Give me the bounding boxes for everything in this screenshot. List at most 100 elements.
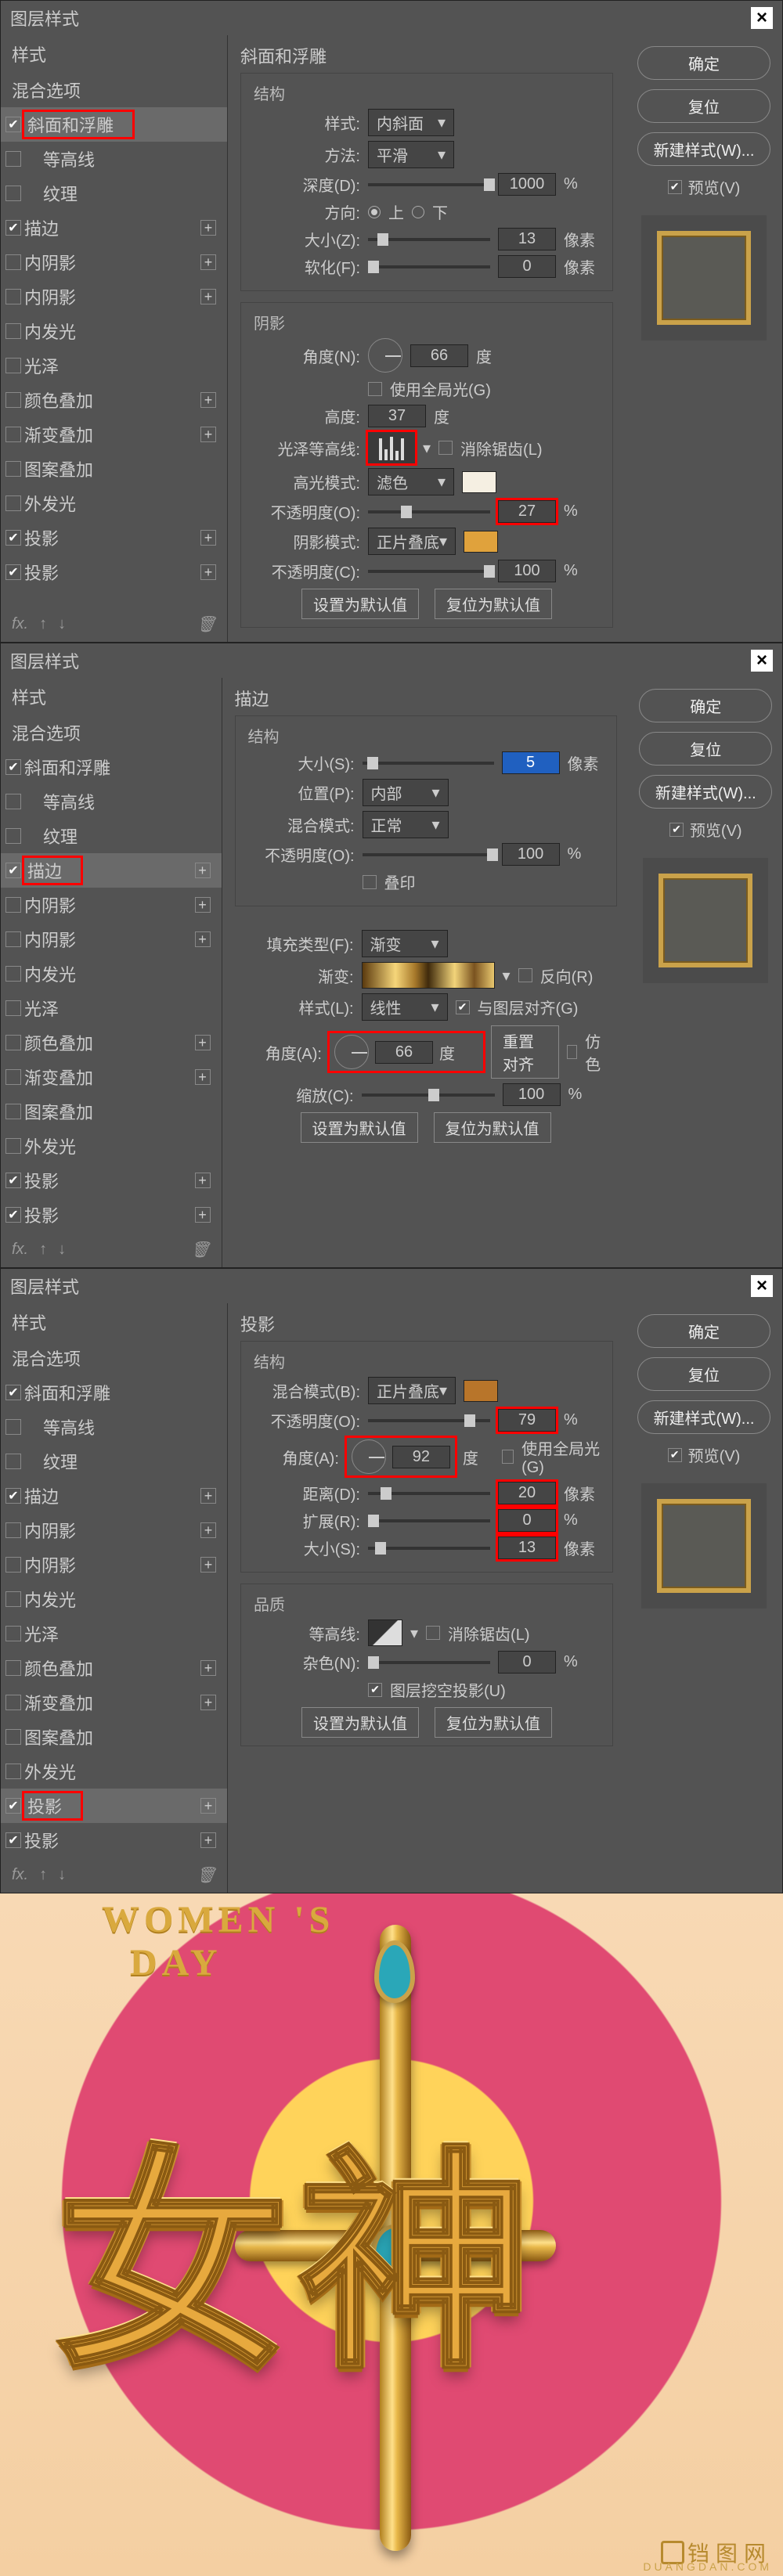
arrow-up-icon[interactable]: ↑ (39, 615, 47, 633)
make-default-button[interactable]: 设置为默认值 (301, 1112, 418, 1143)
scale-input[interactable]: 100 (503, 1083, 561, 1106)
distance-slider[interactable] (368, 1492, 490, 1495)
style-checkbox[interactable] (5, 358, 21, 373)
style-item-10[interactable]: 图案叠加 (1, 1720, 227, 1754)
angle-input[interactable]: 92 (392, 1446, 450, 1468)
gloss-contour[interactable] (368, 432, 415, 463)
stroke-size-input[interactable]: 5 (502, 751, 560, 774)
style-item-6[interactable]: 内发光 (1, 314, 227, 348)
style-item-3[interactable]: 描边+ (1, 1479, 227, 1513)
cancel-button[interactable]: 复位 (637, 89, 770, 123)
add-effect-icon[interactable]: + (200, 1522, 216, 1538)
style-item-2[interactable]: 纹理 (1, 819, 222, 853)
opacity-input[interactable]: 79 (498, 1409, 556, 1432)
size-input[interactable]: 13 (498, 228, 556, 250)
direction-down-radio[interactable] (412, 206, 424, 218)
angle-input[interactable]: 66 (375, 1041, 433, 1064)
highlight-opacity-slider[interactable] (368, 510, 490, 513)
angle-dial[interactable] (352, 1439, 386, 1474)
style-item-6[interactable]: 内发光 (1, 1582, 227, 1616)
angle-dial[interactable] (334, 1035, 369, 1069)
arrow-up-icon[interactable]: ↑ (39, 1241, 47, 1259)
style-item-7[interactable]: 光泽 (1, 348, 227, 383)
style-item-4[interactable]: 内阴影+ (1, 245, 227, 279)
style-item-5[interactable]: 内阴影+ (1, 922, 222, 957)
add-effect-icon[interactable]: + (200, 289, 216, 304)
style-item-4[interactable]: 内阴影+ (1, 888, 222, 922)
scale-slider[interactable] (362, 1093, 495, 1097)
style-item-8[interactable]: 颜色叠加+ (1, 1025, 222, 1060)
arrow-down-icon[interactable]: ↓ (58, 1866, 66, 1884)
style-checkbox[interactable] (5, 461, 21, 477)
style-item-0[interactable]: 斜面和浮雕 (1, 750, 222, 784)
highlight-opacity-input[interactable]: 27 (498, 500, 556, 523)
style-item-0[interactable]: 斜面和浮雕 (1, 107, 227, 142)
close-icon[interactable]: × (751, 7, 773, 29)
antialias-checkbox[interactable] (426, 1626, 440, 1640)
size-slider[interactable] (368, 238, 490, 241)
ok-button[interactable]: 确定 (637, 46, 770, 80)
shadow-opacity-input[interactable]: 100 (498, 560, 556, 582)
angle-dial[interactable] (368, 338, 402, 373)
style-checkbox[interactable] (5, 1138, 21, 1154)
blend-mode-select[interactable]: 正片叠底 (368, 1377, 456, 1404)
add-effect-icon[interactable]: + (200, 254, 216, 270)
style-item-13[interactable]: 投影+ (1, 1823, 227, 1857)
size-input[interactable]: 13 (498, 1537, 556, 1559)
style-checkbox[interactable] (5, 289, 21, 304)
angle-input[interactable]: 66 (410, 344, 468, 367)
style-checkbox[interactable] (5, 1522, 21, 1538)
position-select[interactable]: 内部 (363, 779, 449, 806)
depth-input[interactable]: 1000 (498, 173, 556, 196)
style-checkbox[interactable] (5, 828, 21, 844)
style-checkbox[interactable] (5, 1695, 21, 1710)
add-effect-icon[interactable]: + (195, 1069, 211, 1085)
style-item-3[interactable]: 描边+ (1, 211, 227, 245)
add-effect-icon[interactable]: + (195, 897, 211, 913)
make-default-button[interactable]: 设置为默认值 (301, 589, 419, 619)
contour-picker[interactable] (368, 1619, 402, 1646)
reset-default-button[interactable]: 复位为默认值 (435, 589, 552, 619)
style-checkbox[interactable] (5, 151, 21, 167)
style-item-5[interactable]: 内阴影+ (1, 279, 227, 314)
style-checkbox[interactable] (5, 897, 21, 913)
arrow-up-icon[interactable]: ↑ (39, 1866, 47, 1884)
style-item-0[interactable]: 斜面和浮雕 (1, 1375, 227, 1410)
spread-slider[interactable] (368, 1519, 490, 1522)
style-checkbox[interactable] (5, 759, 21, 775)
style-checkbox[interactable] (5, 1419, 21, 1435)
opacity-slider[interactable] (368, 1419, 490, 1422)
fx-icon[interactable]: fx. (12, 1866, 28, 1884)
style-checkbox[interactable] (5, 1729, 21, 1745)
close-icon[interactable]: × (751, 650, 773, 672)
add-effect-icon[interactable]: + (200, 530, 216, 546)
opacity-input[interactable]: 100 (502, 843, 560, 866)
antialias-checkbox[interactable] (438, 441, 453, 455)
style-checkbox[interactable] (5, 186, 21, 201)
style-checkbox[interactable] (5, 220, 21, 236)
style-checkbox[interactable] (5, 1660, 21, 1676)
style-item-13[interactable]: 投影+ (1, 1198, 222, 1232)
add-effect-icon[interactable]: + (200, 1660, 216, 1676)
style-checkbox[interactable] (5, 1557, 21, 1573)
style-checkbox[interactable] (5, 1454, 21, 1469)
fx-icon[interactable]: fx. (12, 1241, 28, 1259)
size-slider[interactable] (368, 1547, 490, 1550)
style-item-4[interactable]: 内阴影+ (1, 1513, 227, 1547)
style-checkbox[interactable] (5, 1626, 21, 1641)
reset-alignment-button[interactable]: 重置对齐 (491, 1025, 559, 1079)
opacity-slider[interactable] (363, 853, 494, 856)
reset-default-button[interactable]: 复位为默认值 (434, 1112, 551, 1143)
style-item-9[interactable]: 渐变叠加+ (1, 1060, 222, 1094)
add-effect-icon[interactable]: + (195, 931, 211, 947)
gradient-style-select[interactable]: 线性 (362, 993, 448, 1021)
style-item-2[interactable]: 纹理 (1, 1444, 227, 1479)
style-checkbox[interactable] (5, 931, 21, 947)
chevron-down-icon[interactable]: ▾ (410, 1623, 418, 1643)
altitude-input[interactable]: 37 (368, 405, 426, 427)
style-checkbox[interactable] (5, 1104, 21, 1119)
add-effect-icon[interactable]: + (200, 1798, 216, 1814)
noise-input[interactable]: 0 (498, 1651, 556, 1673)
shadow-color-swatch[interactable] (464, 1380, 498, 1402)
highlight-color-swatch[interactable] (462, 471, 496, 493)
